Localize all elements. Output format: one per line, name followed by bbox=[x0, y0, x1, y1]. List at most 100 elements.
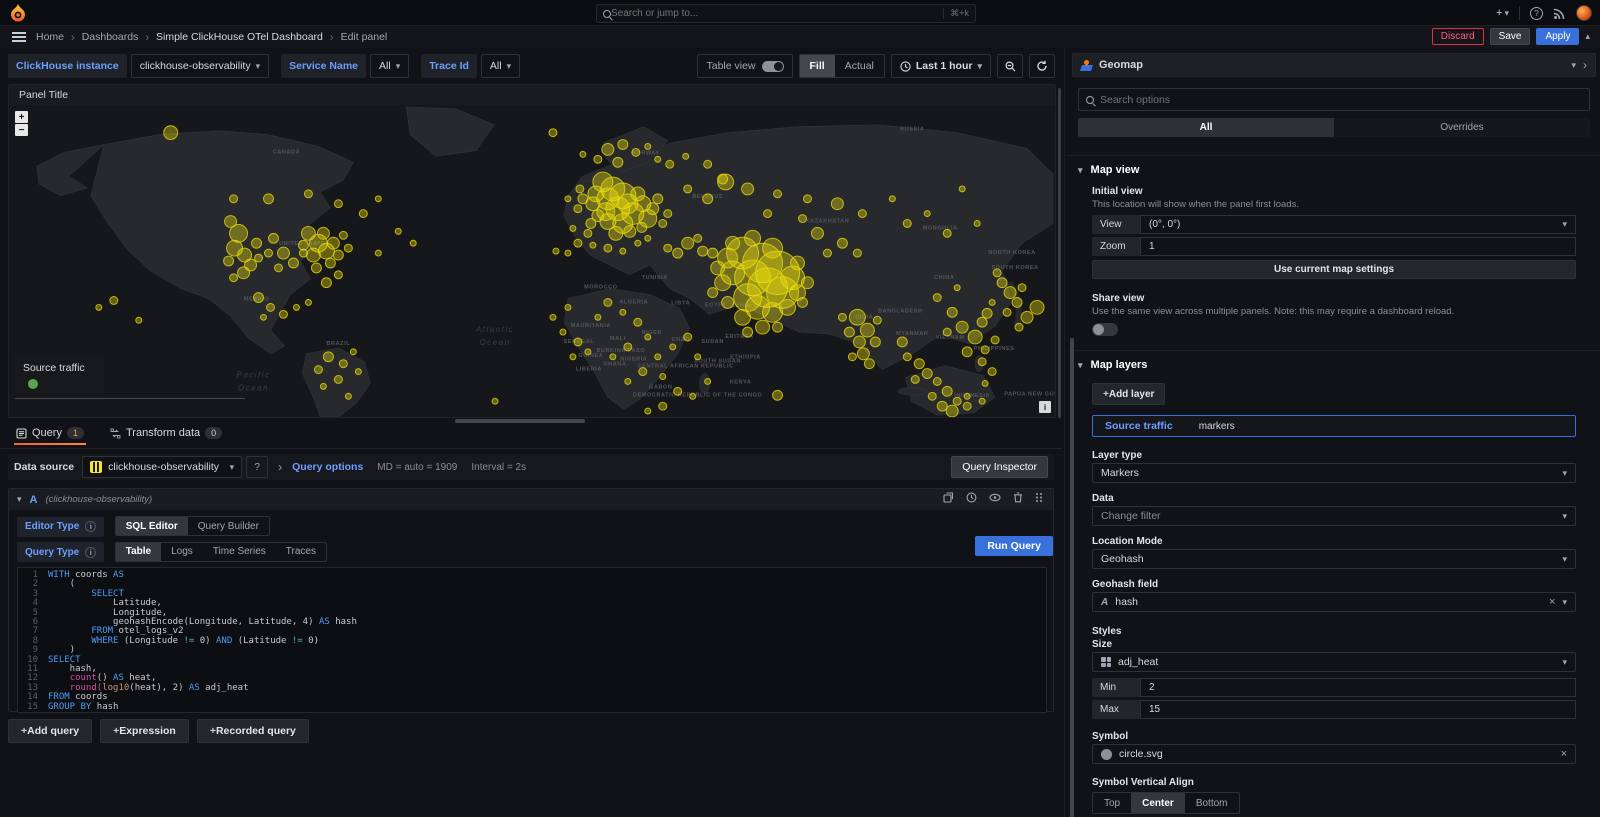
panel-resize-handle[interactable] bbox=[455, 419, 585, 423]
delete-icon[interactable] bbox=[1013, 492, 1023, 503]
align-top-option[interactable]: Top bbox=[1093, 793, 1131, 813]
clickhouse-instance-select[interactable]: clickhouse-observability bbox=[131, 54, 269, 78]
fill-option[interactable]: Fill bbox=[800, 55, 835, 77]
size-select[interactable]: adj_heat bbox=[1092, 652, 1576, 672]
query-options-link[interactable]: Query options bbox=[292, 461, 363, 473]
options-search[interactable] bbox=[1078, 88, 1590, 111]
panel-header[interactable]: Panel Title bbox=[9, 85, 1055, 105]
breadcrumb-dashboards[interactable]: Dashboards bbox=[82, 31, 139, 43]
options-search-input[interactable] bbox=[1100, 94, 1582, 106]
clear-icon[interactable] bbox=[1561, 748, 1567, 760]
use-current-map-settings-button[interactable]: Use current map settings bbox=[1092, 260, 1576, 279]
news-icon[interactable] bbox=[1553, 7, 1566, 20]
sql-editor[interactable]: 1WITH coords AS2 (3 SELECT4 Latitude,5 L… bbox=[17, 567, 1047, 713]
run-query-button[interactable]: Run Query bbox=[975, 536, 1053, 556]
grafana-logo[interactable] bbox=[8, 3, 28, 23]
min-input[interactable]: 2 bbox=[1140, 678, 1576, 697]
apply-button[interactable]: Apply bbox=[1536, 28, 1579, 45]
map-marker bbox=[261, 314, 267, 320]
add-layer-button[interactable]: Add layer bbox=[1092, 383, 1165, 405]
share-view-toggle[interactable] bbox=[1092, 323, 1118, 336]
breadcrumb-dashboard-name[interactable]: Simple ClickHouse OTel Dashboard bbox=[156, 31, 323, 43]
data-select[interactable]: Change filter bbox=[1092, 506, 1576, 526]
panel-view-toolbar: Table view Fill Actual Last 1 hour bbox=[697, 53, 1055, 79]
user-avatar[interactable] bbox=[1576, 5, 1592, 21]
visualization-picker[interactable]: Geomap bbox=[1072, 53, 1596, 77]
visualization-name: Geomap bbox=[1099, 59, 1564, 71]
expand-query-options-icon[interactable] bbox=[278, 460, 282, 474]
map-attribution-button[interactable]: i bbox=[1039, 401, 1051, 413]
search-input[interactable] bbox=[611, 8, 937, 19]
pane-splitter[interactable] bbox=[1064, 48, 1065, 817]
map-view-header[interactable]: Map view bbox=[1078, 164, 1576, 176]
location-mode-select[interactable]: Geohash bbox=[1092, 549, 1576, 569]
map-marker bbox=[549, 129, 557, 137]
help-icon[interactable]: ? bbox=[1530, 7, 1543, 20]
datasource-help-button[interactable]: ? bbox=[246, 456, 268, 478]
time-range-picker[interactable]: Last 1 hour bbox=[891, 54, 991, 78]
add-query-button[interactable]: Add query bbox=[8, 719, 92, 743]
zoom-out-time-button[interactable] bbox=[997, 54, 1023, 78]
symbol-select[interactable]: circle.svg bbox=[1092, 744, 1576, 764]
query-type-table[interactable]: Table bbox=[116, 543, 161, 561]
query-inspector-button[interactable]: Query Inspector bbox=[951, 456, 1048, 478]
view-select[interactable]: (0°, 0°) bbox=[1140, 215, 1576, 234]
service-name-select[interactable]: All bbox=[370, 54, 409, 78]
layer-type-select[interactable]: Markers bbox=[1092, 463, 1576, 483]
main-scrollbar[interactable] bbox=[1058, 88, 1061, 418]
align-center-option[interactable]: Center bbox=[1131, 793, 1185, 813]
expression-button[interactable]: Expression bbox=[100, 719, 189, 743]
datasource-select[interactable]: clickhouse-observability bbox=[82, 456, 242, 478]
map-zoom-out-button[interactable]: − bbox=[15, 124, 28, 136]
tab-overrides[interactable]: Overrides bbox=[1334, 118, 1590, 137]
zoom-input[interactable]: 1 bbox=[1140, 237, 1576, 256]
info-icon[interactable]: i bbox=[85, 521, 96, 532]
actual-option[interactable]: Actual bbox=[835, 55, 884, 77]
max-input[interactable]: 15 bbox=[1140, 700, 1576, 719]
hide-response-icon[interactable] bbox=[989, 492, 1001, 503]
drag-handle-icon[interactable] bbox=[1035, 492, 1043, 503]
toggle-knob[interactable] bbox=[762, 61, 784, 72]
recorded-query-button[interactable]: Recorded query bbox=[197, 719, 309, 743]
breadcrumb-home[interactable]: Home bbox=[36, 31, 64, 43]
save-button[interactable]: Save bbox=[1490, 28, 1531, 45]
info-icon[interactable]: i bbox=[85, 547, 96, 558]
panel-title: Panel Title bbox=[19, 89, 68, 101]
align-bottom-option[interactable]: Bottom bbox=[1185, 793, 1239, 813]
tab-query[interactable]: Query 1 bbox=[14, 424, 86, 445]
clear-icon[interactable] bbox=[1549, 596, 1555, 608]
search-icon bbox=[1086, 96, 1094, 104]
query-builder-option[interactable]: Query Builder bbox=[188, 517, 269, 535]
collapse-pane-icon[interactable] bbox=[1583, 58, 1587, 72]
sql-editor-option[interactable]: SQL Editor bbox=[116, 517, 188, 535]
options-scrollbar[interactable] bbox=[1070, 338, 1074, 817]
collapse-query-icon[interactable] bbox=[17, 494, 22, 505]
query-header[interactable]: A (clickhouse-observability) bbox=[9, 489, 1053, 510]
history-icon[interactable] bbox=[966, 492, 977, 503]
chevron-down-icon bbox=[507, 61, 512, 72]
duplicate-icon[interactable] bbox=[943, 492, 954, 503]
map-zoom-in-button[interactable]: + bbox=[15, 111, 28, 123]
layer-card[interactable]: Source traffic markers bbox=[1092, 415, 1576, 437]
global-search[interactable]: ⌘+k bbox=[596, 4, 976, 23]
map-marker bbox=[742, 183, 754, 195]
collapse-header-icon[interactable] bbox=[1585, 31, 1590, 42]
table-view-toggle[interactable]: Table view bbox=[697, 54, 792, 78]
map-marker bbox=[1021, 311, 1033, 323]
map-canvas[interactable]: RUSSIACANADAUNITED STATESKAZAKHSTANMONGO… bbox=[9, 105, 1055, 417]
tab-all[interactable]: All bbox=[1078, 118, 1334, 137]
query-type-timeseries[interactable]: Time Series bbox=[203, 543, 276, 561]
query-type-traces[interactable]: Traces bbox=[276, 543, 326, 561]
map-marker bbox=[664, 210, 672, 218]
discard-button[interactable]: Discard bbox=[1432, 28, 1484, 45]
query-type-logs[interactable]: Logs bbox=[161, 543, 203, 561]
map-marker bbox=[339, 360, 347, 368]
menu-icon[interactable] bbox=[12, 32, 26, 42]
geohash-field-select[interactable]: Ahash bbox=[1092, 592, 1576, 612]
refresh-button[interactable] bbox=[1029, 54, 1055, 78]
add-button[interactable] bbox=[1496, 7, 1509, 19]
map-layers-header[interactable]: Map layers bbox=[1078, 359, 1576, 371]
tab-transform-data[interactable]: Transform data 0 bbox=[108, 424, 224, 445]
trace-id-select[interactable]: All bbox=[481, 54, 520, 78]
map-country-label: MAURITANIA bbox=[571, 323, 611, 329]
